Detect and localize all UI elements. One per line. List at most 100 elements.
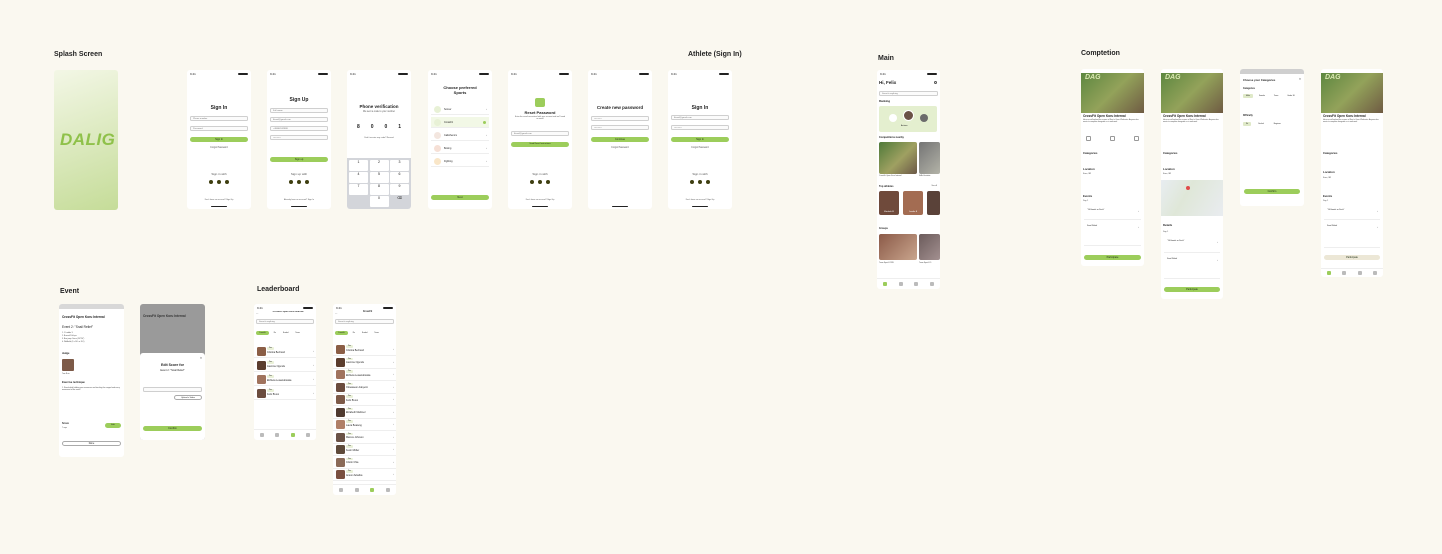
signup-link[interactable]: Don't have an account? Sign Up <box>187 199 251 201</box>
dumbbell-icon[interactable] <box>1342 271 1347 275</box>
leaderboard-row[interactable]: Pos Jasmine Ogundu › <box>333 357 396 369</box>
facebook-icon[interactable] <box>225 180 229 184</box>
leaderboard-row[interactable]: Pos Elizabeth Martinez › <box>333 407 396 419</box>
athlete-card[interactable] <box>927 191 940 215</box>
trophy-icon[interactable] <box>370 488 375 492</box>
facebook-icon[interactable] <box>706 180 710 184</box>
leaderboard-row[interactable]: Pos Elzbieta Lewandowska › <box>254 374 316 386</box>
confirm-button[interactable]: Confirm <box>1244 189 1300 194</box>
event-item[interactable]: "10 Hands or Deck" › <box>1084 206 1141 220</box>
upload-video-button[interactable]: Upload a Video <box>174 395 202 400</box>
forgot-link[interactable]: Forgot Password <box>187 147 251 149</box>
event-item[interactable]: "10 Hands or Deck" › <box>1324 206 1380 220</box>
confirm-password-input[interactable]: •••••••••• <box>591 125 649 130</box>
participate-button[interactable]: Participate <box>1164 287 1220 292</box>
apple-icon[interactable] <box>698 180 702 184</box>
leaderboard-row[interactable]: Pos Laura Boateng › <box>333 419 396 431</box>
leaderboard-row[interactable]: Pos Marcus Johnson › <box>333 432 396 444</box>
close-icon[interactable]: × <box>1299 77 1301 81</box>
name-input[interactable]: Full name <box>270 108 328 113</box>
profile-icon[interactable] <box>930 282 935 286</box>
difficulty-chip[interactable]: Beginner <box>1271 122 1284 126</box>
location-map[interactable] <box>1161 180 1223 216</box>
password-input[interactable]: Password <box>190 126 248 131</box>
profile-icon[interactable] <box>1373 271 1378 275</box>
home-icon[interactable] <box>338 488 343 492</box>
confirm-button[interactable]: Confirm <box>143 426 202 431</box>
sport-item[interactable]: Soccer › <box>431 104 489 115</box>
search-input[interactable]: Search anything <box>256 319 314 324</box>
profile-icon[interactable] <box>386 488 391 492</box>
tab-crossfit[interactable]: CrossFit <box>335 331 348 335</box>
forgot-link[interactable]: Forgot Password <box>588 147 652 149</box>
sport-item[interactable]: Fighting › <box>431 156 489 167</box>
event-item[interactable]: Snail Relief › <box>1164 255 1220 279</box>
code-digit[interactable]: 0 <box>371 124 374 130</box>
apple-icon[interactable] <box>217 180 221 184</box>
participating-button[interactable]: Participate <box>1324 255 1380 260</box>
tab-scaled[interactable]: Scaled <box>360 331 370 335</box>
send-reset-button[interactable]: Send Reset Instructions <box>511 142 569 147</box>
athlete-card[interactable]: Jennifer B <box>903 191 923 215</box>
leaderboard-row[interactable]: Pos Cristina Bertrand › <box>254 346 316 358</box>
leaderboard-row[interactable]: Pos Oluwaseun Adeyemi › <box>333 382 396 394</box>
participate-button[interactable]: Participate <box>1084 255 1141 260</box>
google-icon[interactable] <box>209 180 213 184</box>
continue-button[interactable]: Continue <box>591 137 649 142</box>
leaderboard-row[interactable]: Pos Felix Bruno › <box>333 394 396 406</box>
leaderboard-row[interactable]: Pos Elzbieta Lewandowska › <box>333 369 396 381</box>
forgot-link[interactable]: Forgot Password <box>668 147 732 149</box>
category-chip[interactable]: Female <box>1256 94 1268 98</box>
competition-card[interactable] <box>919 142 940 174</box>
code-digit[interactable]: 1 <box>398 124 401 130</box>
facebook-icon[interactable] <box>546 180 550 184</box>
leaderboard-row[interactable]: Pos Anson Zeballos › <box>333 469 396 481</box>
key-4[interactable]: 4 <box>349 172 368 183</box>
ranking-card[interactable]: Actions <box>879 106 937 132</box>
athlete-card[interactable]: Elizabeth M <box>879 191 899 215</box>
email-input[interactable]: Email@gmail.com <box>270 117 328 122</box>
home-icon[interactable] <box>259 433 264 437</box>
key-0[interactable]: 0 <box>369 196 389 207</box>
apple-icon[interactable] <box>538 180 542 184</box>
key-1[interactable]: 1 <box>349 160 368 171</box>
leaderboard-row[interactable]: Pos Cristin Chia › <box>333 457 396 469</box>
resend-link[interactable]: Didn't receive any code? Resend <box>347 137 411 139</box>
next-button[interactable]: Next <box>431 195 489 200</box>
close-icon[interactable]: × <box>200 356 202 360</box>
event-item[interactable]: Snail Relief › <box>1324 222 1380 248</box>
google-icon[interactable] <box>289 180 293 184</box>
category-chip-selected[interactable]: Male <box>1243 94 1253 98</box>
sport-item[interactable]: Calisthenics › <box>431 130 489 141</box>
bell-icon[interactable] <box>934 81 937 84</box>
phone-input[interactable]: +48664532888 <box>270 126 328 131</box>
event-item[interactable]: Snail Relief › <box>1084 222 1141 246</box>
signin-button[interactable]: Sign In <box>190 137 248 142</box>
phone-input[interactable]: Phone number <box>190 116 248 121</box>
trophy-icon[interactable] <box>290 433 295 437</box>
group-card[interactable] <box>879 234 917 260</box>
home-icon[interactable] <box>1326 271 1331 275</box>
new-password-input[interactable]: •••••••••• <box>591 116 649 121</box>
code-digit[interactable]: 8 <box>357 124 360 130</box>
leaderboard-row[interactable]: Pos Felix Bruno › <box>254 388 316 400</box>
leaderboard-row[interactable]: Pos Kevin Müller › <box>333 444 396 456</box>
sport-item-selected[interactable]: CrossFit <box>431 117 489 128</box>
key-5[interactable]: 5 <box>369 172 389 183</box>
email-input[interactable]: Email@gmail.com <box>511 131 569 136</box>
tab-scaled[interactable]: Scaled <box>281 331 291 335</box>
key-3[interactable]: 3 <box>390 160 409 171</box>
password-input[interactable]: •••••••••• <box>270 135 328 140</box>
signup-link[interactable]: Don't have an account? Sign Up <box>508 199 572 201</box>
group-card[interactable] <box>919 234 940 260</box>
trophy-icon[interactable] <box>1357 271 1362 275</box>
event-item[interactable]: "10 Hands or Deck" › <box>1164 237 1220 253</box>
google-icon[interactable] <box>530 180 534 184</box>
tab-crossfit[interactable]: CrossFit <box>256 331 269 335</box>
dumbbell-icon[interactable] <box>275 433 280 437</box>
dumbbell-icon[interactable] <box>354 488 359 492</box>
signin-link[interactable]: Already have an account? Sign In <box>267 199 331 201</box>
home-icon[interactable] <box>882 282 887 286</box>
google-icon[interactable] <box>690 180 694 184</box>
leaderboard-row[interactable]: Pos Jasmine Ogundu › <box>254 360 316 372</box>
